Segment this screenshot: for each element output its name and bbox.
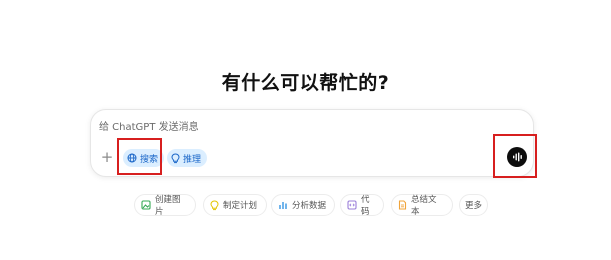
code-icon xyxy=(347,200,357,210)
bar-chart-icon xyxy=(279,202,287,209)
suggestion-summarize-text[interactable]: 总结文本 xyxy=(391,194,453,217)
suggestion-label: 制定计划 xyxy=(223,201,258,211)
document-icon xyxy=(398,200,407,210)
suggestion-label: 创建图片 xyxy=(155,195,181,217)
message-input[interactable]: 给 ChatGPT 发送消息 xyxy=(99,118,199,133)
page: 有什么可以帮忙的? 给 ChatGPT 发送消息 + 搜索 推理 创建图片 制定… xyxy=(0,0,611,260)
search-highlight-box xyxy=(117,138,162,175)
suggestion-label: 更多 xyxy=(464,201,482,211)
suggestion-create-image[interactable]: 创建图片 xyxy=(134,194,196,217)
reason-toggle-label: 推理 xyxy=(183,154,202,165)
page-title: 有什么可以帮忙的? xyxy=(221,72,390,94)
plus-icon: + xyxy=(100,148,114,166)
suggestion-label: 分析数据 xyxy=(292,201,327,211)
suggestion-code[interactable]: 代码 xyxy=(340,194,384,217)
reason-toggle-button[interactable]: 推理 xyxy=(167,149,207,167)
image-icon xyxy=(141,200,151,210)
suggestion-make-plan[interactable]: 制定计划 xyxy=(203,194,267,216)
lightbulb-icon xyxy=(210,199,219,210)
suggestion-more-button[interactable]: 更多 xyxy=(459,194,488,216)
suggestion-bar: 创建图片 制定计划 分析数据 代码 总结文本 更多 xyxy=(0,194,611,217)
voice-highlight-box xyxy=(493,134,537,178)
suggestion-analyze-data[interactable]: 分析数据 xyxy=(271,194,335,216)
suggestion-label: 代码 xyxy=(361,195,370,217)
attach-plus-button[interactable]: + xyxy=(100,148,114,166)
suggestion-label: 总结文本 xyxy=(411,195,437,217)
lightbulb-icon xyxy=(171,152,180,163)
